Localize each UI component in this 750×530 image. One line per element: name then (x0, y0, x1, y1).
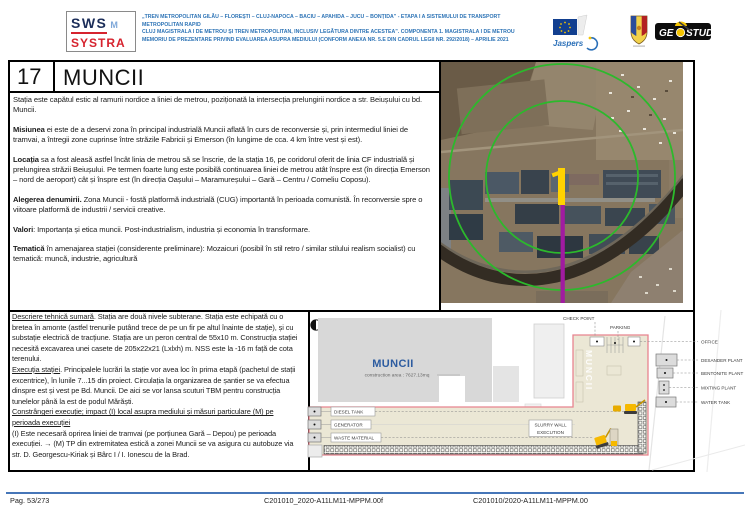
footer-rule (6, 492, 744, 494)
satellite-map-image (441, 62, 683, 303)
paragraph: Alegerea denumirii. Zona Muncii - fostă … (13, 195, 434, 216)
mixing-plant-label: MIXTING PLANT (701, 386, 736, 391)
jaspers-logo: Jaspers (552, 13, 600, 53)
water-tank-label: WATER TANK (701, 400, 731, 405)
slurry-wall-hatch-bottom (324, 446, 643, 455)
project-title: „TREN METROPOLITAN GILĂU – FLOREȘTI – CL… (142, 14, 542, 44)
sws-wordmark: SWS (71, 15, 107, 34)
slurry-wall-label-line2: EXECUTION (537, 430, 564, 435)
jaspers-wordmark: Jaspers (553, 39, 584, 48)
paragraph: Misiunea ei este de a deservi zona în pr… (13, 125, 434, 146)
station-number: 17 (10, 62, 55, 91)
cluj-coat-of-arms (629, 14, 649, 48)
metro-m-icon: M (110, 20, 118, 30)
station-marker (558, 168, 565, 205)
slurry-wall-label-line1: SLURRY WALL (534, 423, 567, 428)
technical-description: Descriere tehnică sumară. Stația are dou… (12, 312, 303, 460)
site-area-vertical-label: MUNCII (584, 350, 594, 391)
geostud-logo: GE STUD (655, 20, 713, 42)
generator-label: GENERATOR (334, 423, 363, 428)
waste-material-label: WASTE MATERIAL (334, 436, 375, 441)
metro-line-alignment (561, 205, 565, 303)
plant-boxes (656, 354, 677, 407)
technical-segment: (I) Este necesară oprirea liniei de tram… (12, 429, 293, 459)
document-page: SWSM SYSTRA „TREN METROPOLITAN GILĂU – F… (0, 0, 750, 530)
project-title-line2: CLUJ MAGISTRALA I DE METROU ȘI TREN METR… (142, 29, 542, 37)
bentonite-plant-label: BENTONITE PLANT (701, 371, 743, 376)
diesel-tank-label: DIESEL TANK (334, 410, 364, 415)
project-title-line1: „TREN METROPOLITAN GILĂU – FLOREȘTI – CL… (142, 14, 542, 29)
paragraph: Valori: Importanța și etica muncii. Post… (13, 225, 434, 235)
construction-site-plan: MUNCII construction area : 7627.13mq MUN… (307, 310, 745, 472)
diagram-title: MUNCII (372, 358, 414, 370)
document-code-right: C201010/2020-A11LM11-MPPM.00 (473, 496, 588, 505)
station-title-row: 17 MUNCII (10, 62, 440, 93)
systra-wordmark: SYSTRA (71, 36, 131, 50)
project-title-line3: MEMORIU DE PREZENTARE PRIVIND EVALUAREA … (142, 37, 542, 45)
station-name: MUNCII (55, 63, 144, 91)
document-code-center: C201010_2020-A11LM11-MPPM.00f (264, 496, 383, 505)
paragraph: Locația sa a fost aleasă astfel încât li… (13, 155, 434, 186)
technical-segment: Execuția stației (12, 365, 60, 374)
check-point-label: CHECK POINT (563, 316, 595, 321)
construction-area-value: construction area : 7627.13mq (365, 373, 430, 379)
sws-systra-logo: SWSM SYSTRA (66, 11, 136, 52)
geostud-wordmark-left: GE (659, 28, 674, 39)
technical-segment: Constrângeri execuție; impact (I) local … (12, 407, 273, 427)
paragraph: Stația este capătul estic al ramurii nor… (13, 95, 434, 116)
parking-label: PARKING (610, 325, 631, 330)
office-label: OFFICE (701, 340, 718, 345)
technical-segment: Descriere tehnică sumară (12, 312, 94, 321)
station-description: Stația este capătul estic al ramurii nor… (13, 95, 434, 274)
slurry-wall-hatch-right (638, 402, 646, 453)
page-number: Pag. 53/273 (10, 496, 49, 505)
paragraph: Tematică în amenajarea stației (consider… (13, 244, 434, 265)
desander-plant-label: DESANDER PLANT (701, 358, 743, 363)
